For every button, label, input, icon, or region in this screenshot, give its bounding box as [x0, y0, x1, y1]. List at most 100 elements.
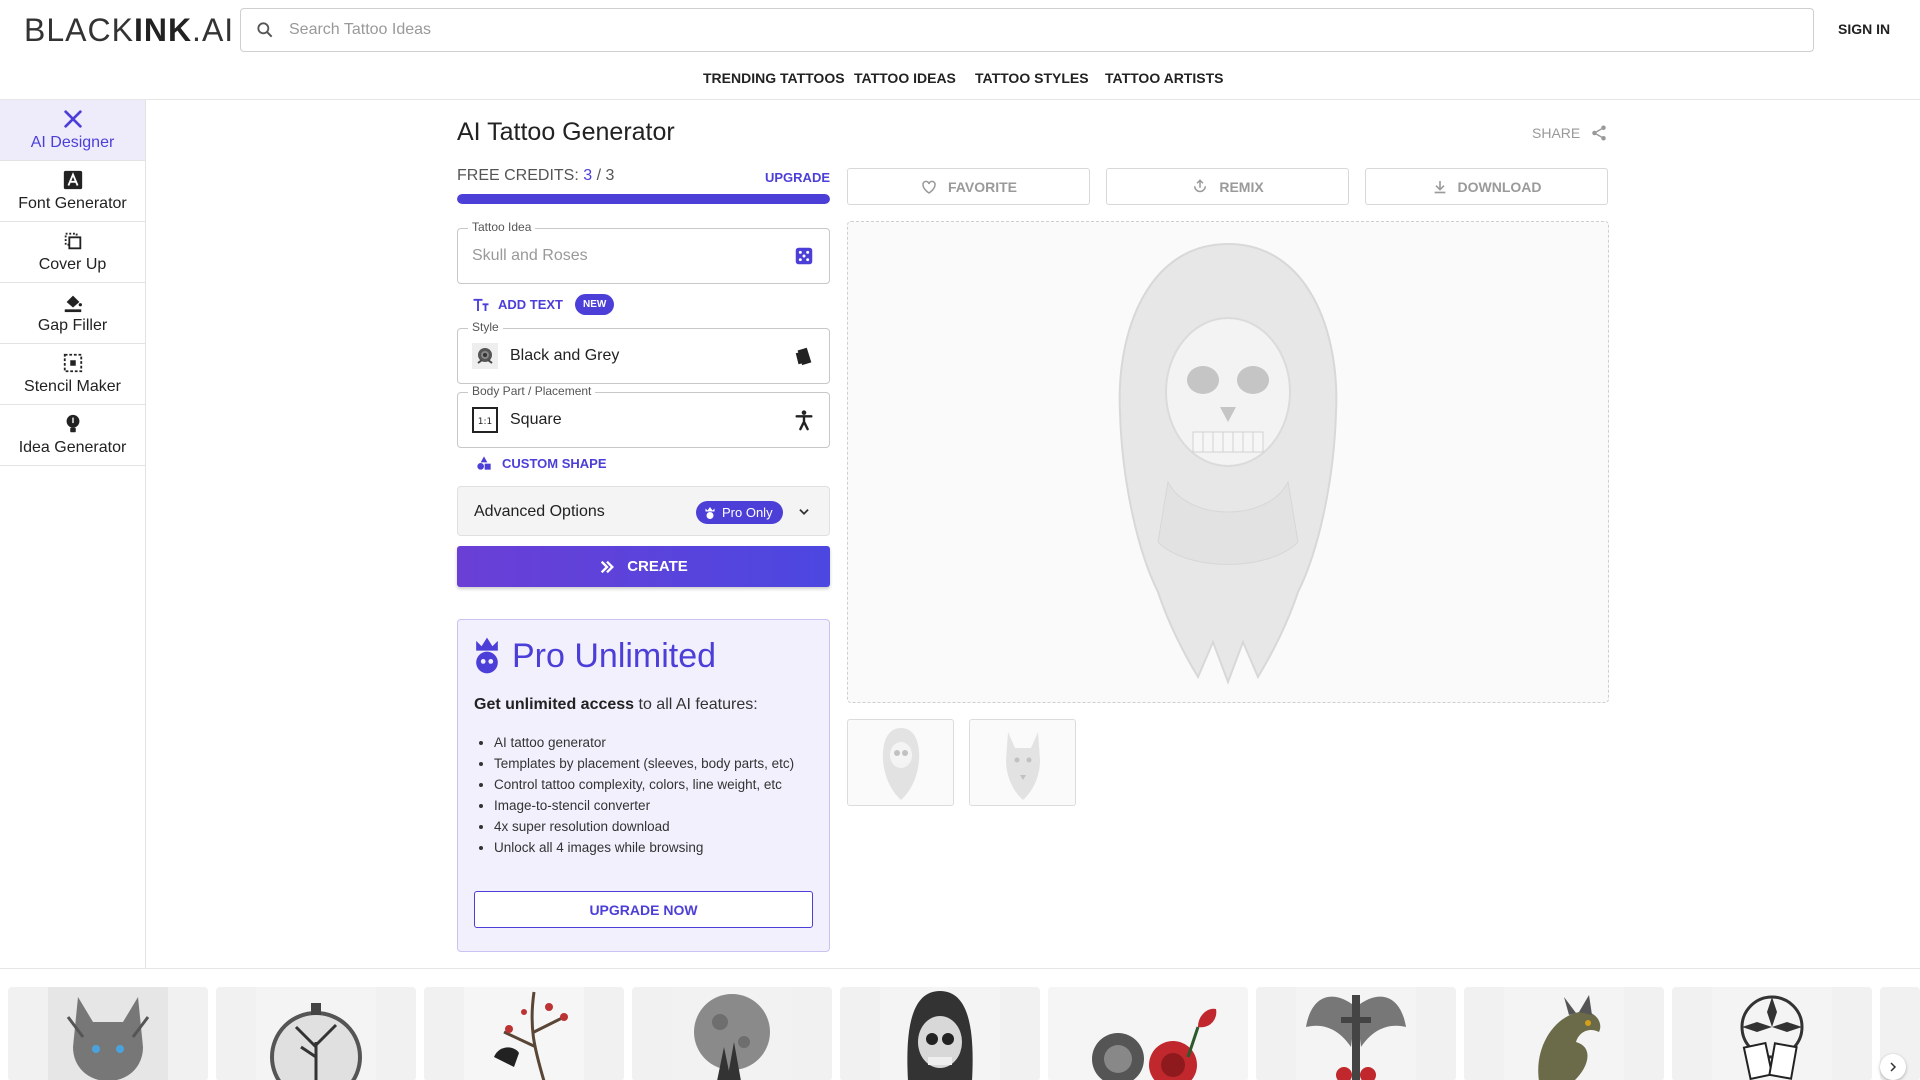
crown-skull-icon [705, 506, 715, 519]
add-text-label: ADD TEXT [498, 297, 563, 312]
top-header: BLACKINK.AI SIGN IN TRENDING TATTOOS TAT… [0, 0, 1920, 100]
wolf-image [48, 987, 168, 1080]
advanced-options-label: Advanced Options [474, 503, 605, 520]
pro-unlimited-card: Pro Unlimited Get unlimited access to al… [457, 619, 830, 952]
wolf-thumbnail [1006, 732, 1040, 800]
upgrade-now-button[interactable]: UPGRADE NOW [474, 891, 813, 928]
download-button[interactable]: DOWNLOAD [1365, 168, 1608, 205]
dice-random-icon[interactable] [793, 245, 815, 267]
search-bar [240, 8, 1814, 52]
sidebar-item-ai-designer[interactable]: AI Designer [0, 100, 145, 161]
favorite-button[interactable]: FAVORITE [847, 168, 1090, 205]
page-title: AI Tattoo Generator [457, 118, 675, 146]
gallery-item-wolf[interactable] [8, 987, 208, 1080]
stencil-select-icon [63, 353, 82, 373]
nav-tattoo-styles[interactable]: TATTOO STYLES [975, 70, 1089, 86]
gallery-item-dragon[interactable] [1464, 987, 1664, 1080]
gallery-item-hooded-skull[interactable] [840, 987, 1040, 1080]
list-item: Unlock all 4 images while browsing [494, 837, 814, 858]
search-input[interactable] [289, 21, 1689, 39]
create-button[interactable]: CREATE [457, 546, 830, 587]
crown-skull-icon [476, 637, 498, 674]
credits-progress-fill [457, 194, 830, 204]
share-icon [1592, 125, 1606, 141]
square-ratio-icon: 1:1 [472, 407, 498, 433]
raven-branch-image [464, 987, 584, 1080]
gallery-item-winged-sword[interactable] [1256, 987, 1456, 1080]
download-label: DOWNLOAD [1457, 178, 1542, 195]
sign-in-button[interactable]: SIGN IN [1838, 21, 1890, 37]
placement-value: Square [510, 411, 562, 428]
moon-forest-image [672, 987, 792, 1080]
hooded-skull-image [1118, 242, 1338, 685]
logo-bold: INK [133, 12, 193, 48]
remix-button[interactable]: REMIX [1106, 168, 1349, 205]
nav-tattoo-ideas[interactable]: TATTOO IDEAS [854, 70, 956, 86]
paint-bucket-icon [64, 295, 82, 313]
rose-style-thumbnail-icon [472, 343, 498, 369]
remix-label: REMIX [1219, 178, 1264, 195]
share-label: SHARE [1532, 125, 1581, 141]
style-legend: Style [468, 320, 503, 334]
style-value: Black and Grey [510, 347, 620, 364]
upgrade-link[interactable]: UPGRADE [765, 170, 830, 185]
add-text-button[interactable]: ADD TEXT NEW [472, 294, 615, 315]
placement-legend: Body Part / Placement [468, 384, 596, 398]
tattoo-idea-field[interactable]: Tattoo Idea Skull and Roses [457, 220, 830, 284]
style-select[interactable]: Style Black and Grey [457, 320, 830, 384]
hooded-skull-image [880, 987, 1000, 1080]
gallery-item-skull-roses[interactable] [1048, 987, 1248, 1080]
gallery-item-cards-mandala[interactable] [1672, 987, 1872, 1080]
preview-thumbnail-skull[interactable] [847, 719, 954, 806]
credits-progress-bar [457, 194, 830, 204]
gallery-item-moon-forest[interactable] [632, 987, 832, 1080]
list-item: 4x super resolution download [494, 816, 814, 837]
download-icon [1434, 180, 1445, 193]
preview-thumbnail-wolf[interactable] [969, 719, 1076, 806]
logo-prefix: BLACK [24, 12, 134, 48]
pro-card-title: Pro Unlimited [512, 636, 717, 675]
placement-ratio-text: 1:1 [478, 417, 492, 427]
text-format-icon [473, 298, 489, 311]
tattoo-idea-legend: Tattoo Idea [468, 220, 536, 234]
logo-suffix: .AI [192, 12, 235, 48]
search-icon [257, 22, 273, 38]
sidebar-item-font-generator[interactable]: Font Generator [0, 161, 145, 222]
advanced-options-toggle[interactable]: Advanced Options Pro Only [457, 486, 830, 536]
logo[interactable]: BLACKINK.AI [24, 12, 234, 49]
tattoo-preview-area [847, 221, 1609, 703]
tool-sidebar: AI Designer Font Generator Cover Up Gap … [0, 100, 146, 968]
new-badge: NEW [575, 294, 615, 315]
custom-shape-label: CUSTOM SHAPE [502, 455, 607, 471]
list-item: Control tattoo complexity, colors, line … [494, 774, 814, 795]
clock-tree-image [256, 987, 376, 1080]
gallery-item-clock-tree[interactable] [216, 987, 416, 1080]
sidebar-item-label: AI Designer [30, 134, 115, 151]
lightbulb-icon [66, 414, 79, 433]
sidebar-item-idea-generator[interactable]: Idea Generator [0, 405, 145, 466]
share-button[interactable]: SHARE [1532, 124, 1608, 142]
placement-select[interactable]: Body Part / Placement 1:1 Square [457, 384, 830, 448]
main-nav: TRENDING TATTOOS TATTOO IDEAS TATTOO STY… [0, 70, 1920, 88]
font-a-icon [63, 170, 82, 190]
nav-trending-tattoos[interactable]: TRENDING TATTOOS [703, 70, 845, 86]
custom-shape-button[interactable]: CUSTOM SHAPE [476, 455, 607, 471]
hooded-skull-thumbnail [882, 728, 920, 800]
sidebar-item-stencil-maker[interactable]: Stencil Maker [0, 344, 145, 405]
free-credits: FREE CREDITS: 3 / 3 [457, 167, 614, 185]
gallery-item-raven-branch[interactable] [424, 987, 624, 1080]
credits-label: FREE CREDITS: [457, 167, 579, 184]
pro-card-subtitle-rest: to all AI features: [634, 696, 758, 713]
gallery-next-button[interactable] [1880, 1054, 1906, 1080]
nav-tattoo-artists[interactable]: TATTOO ARTISTS [1105, 70, 1223, 86]
sidebar-item-gap-filler[interactable]: Gap Filler [0, 283, 145, 344]
chevron-down-icon [799, 509, 809, 515]
sidebar-item-cover-up[interactable]: Cover Up [0, 222, 145, 283]
list-item: Image-to-stencil converter [494, 795, 814, 816]
favorite-label: FAVORITE [948, 178, 1017, 195]
pro-only-badge: Pro Only [696, 501, 783, 524]
pro-only-label: Pro Only [722, 505, 773, 520]
pro-card-header: Pro Unlimited [474, 636, 716, 676]
dragon-image [1504, 987, 1624, 1080]
pro-card-subtitle-bold: Get unlimited access [474, 696, 635, 713]
